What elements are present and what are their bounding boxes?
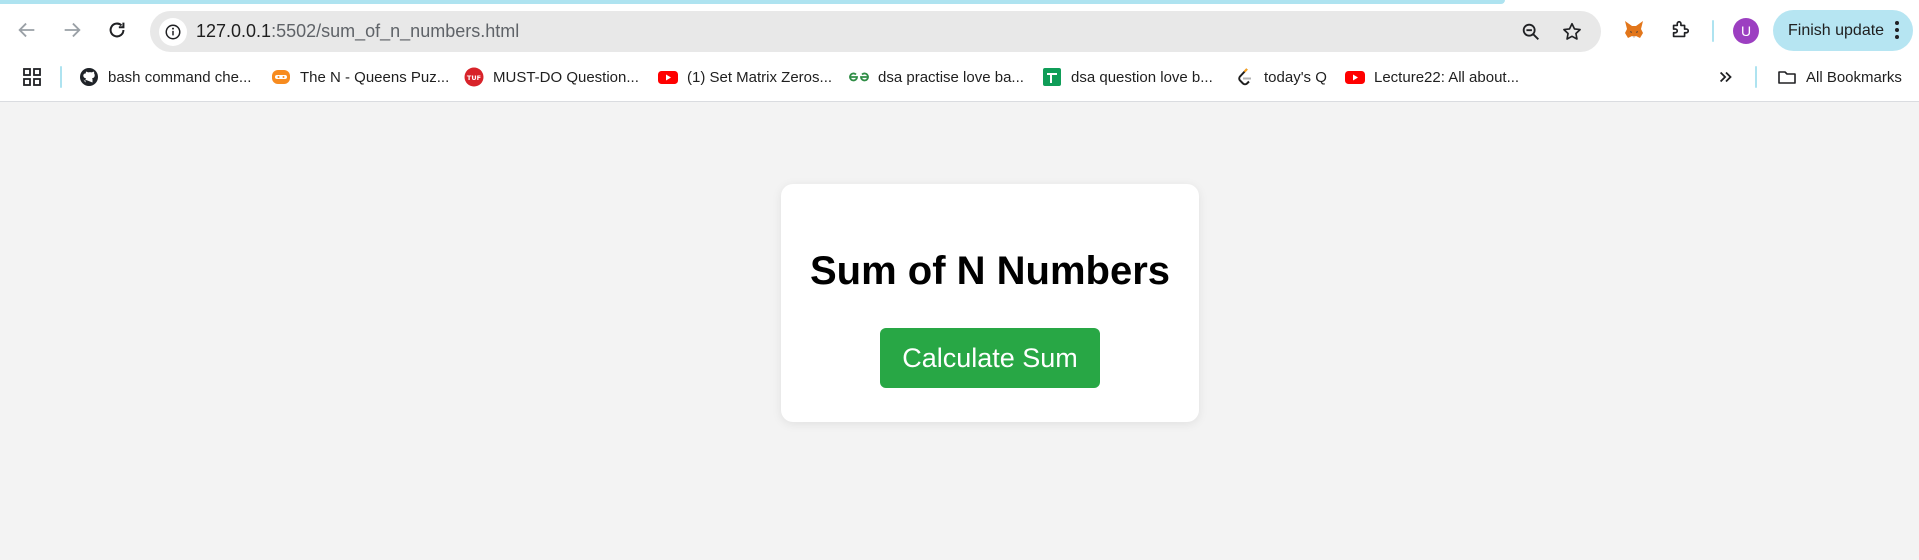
bookmarks-separator (1755, 66, 1757, 88)
profile-avatar[interactable]: U (1733, 18, 1759, 44)
bookmark-label: MUST-DO Question... (493, 68, 639, 86)
apps-button[interactable] (22, 65, 42, 89)
url-host: 127.0.0.1 (196, 21, 272, 41)
tuf-icon: TUF (464, 67, 484, 87)
all-bookmarks-label: All Bookmarks (1806, 68, 1902, 86)
bookmark-label: The N - Queens Puz... (300, 68, 450, 86)
geeksforgeeks-icon (849, 67, 869, 87)
extensions-button[interactable] (1664, 14, 1696, 46)
puzzle-icon (1672, 20, 1690, 38)
reload-button[interactable] (100, 13, 134, 47)
page-title: Sum of N Numbers (809, 249, 1171, 293)
bookmark-item[interactable]: today's Q (1235, 65, 1327, 89)
zoom-out-icon (1522, 23, 1539, 40)
bookmark-label: Lecture22: All about... (1374, 68, 1520, 86)
folder-icon (1777, 67, 1797, 87)
back-button[interactable] (10, 13, 44, 47)
sum-card: Sum of N Numbers Calculate Sum (781, 184, 1199, 422)
youtube-icon (1345, 67, 1365, 87)
bookmark-item[interactable]: (1) Set Matrix Zeros... (658, 65, 832, 89)
bookmark-item[interactable]: dsa practise love ba... (849, 65, 1024, 89)
metamask-fox-icon (1625, 21, 1643, 38)
bookmark-item[interactable]: bash command che... (79, 65, 251, 89)
reload-icon (109, 22, 125, 38)
bookmark-label: today's Q (1264, 68, 1327, 86)
more-vert-icon (1895, 21, 1899, 39)
star-icon (1563, 22, 1581, 40)
address-bar[interactable]: 127.0.0.1:5502/sum_of_n_numbers.html (150, 11, 1601, 52)
bookmark-item[interactable]: TUF MUST-DO Question... (464, 65, 639, 89)
apps-grid-icon (23, 68, 41, 86)
metamask-extension-button[interactable] (1618, 14, 1650, 46)
bookmark-label: (1) Set Matrix Zeros... (687, 68, 833, 86)
bookmark-label: bash command che... (108, 68, 252, 86)
tab-strip-accent (0, 0, 1505, 4)
github-icon (79, 67, 99, 87)
bookmark-label: dsa question love b... (1071, 68, 1213, 86)
codingninjas-icon (271, 67, 291, 87)
bookmarks-separator (60, 66, 62, 88)
more-bookmarks-button[interactable] (1717, 65, 1735, 89)
site-info-button[interactable] (159, 18, 187, 46)
youtube-icon (658, 67, 678, 87)
google-sheets-icon (1042, 67, 1062, 87)
bookmark-item[interactable]: Lecture22: All about... (1345, 65, 1519, 89)
arrow-right-icon (64, 22, 81, 38)
toolbar-separator (1712, 20, 1714, 42)
info-icon (165, 24, 181, 40)
bookmark-label: dsa practise love ba... (878, 68, 1024, 86)
zoom-button[interactable] (1519, 20, 1543, 44)
arrow-left-icon (18, 22, 35, 38)
chevron-double-right-icon (1719, 71, 1732, 83)
finish-update-label: Finish update (1788, 21, 1885, 39)
url-text: 127.0.0.1:5502/sum_of_n_numbers.html (196, 21, 519, 42)
calculate-sum-button[interactable]: Calculate Sum (880, 328, 1100, 388)
bookmark-star-button[interactable] (1560, 20, 1584, 44)
svg-text:TUF: TUF (467, 74, 481, 82)
bookmark-item[interactable]: dsa question love b... (1042, 65, 1213, 89)
all-bookmarks-button[interactable]: All Bookmarks (1777, 65, 1902, 89)
forward-button[interactable] (55, 13, 89, 47)
url-path: :5502/sum_of_n_numbers.html (271, 21, 520, 41)
bookmark-item[interactable]: The N - Queens Puz... (271, 65, 449, 89)
browser-chrome: 127.0.0.1:5502/sum_of_n_numbers.html U F… (0, 0, 1919, 102)
bookmarks-bar: bash command che... The N - Queens Puz..… (0, 62, 1919, 92)
leetcode-icon (1235, 67, 1255, 87)
finish-update-button[interactable]: Finish update (1773, 10, 1913, 51)
